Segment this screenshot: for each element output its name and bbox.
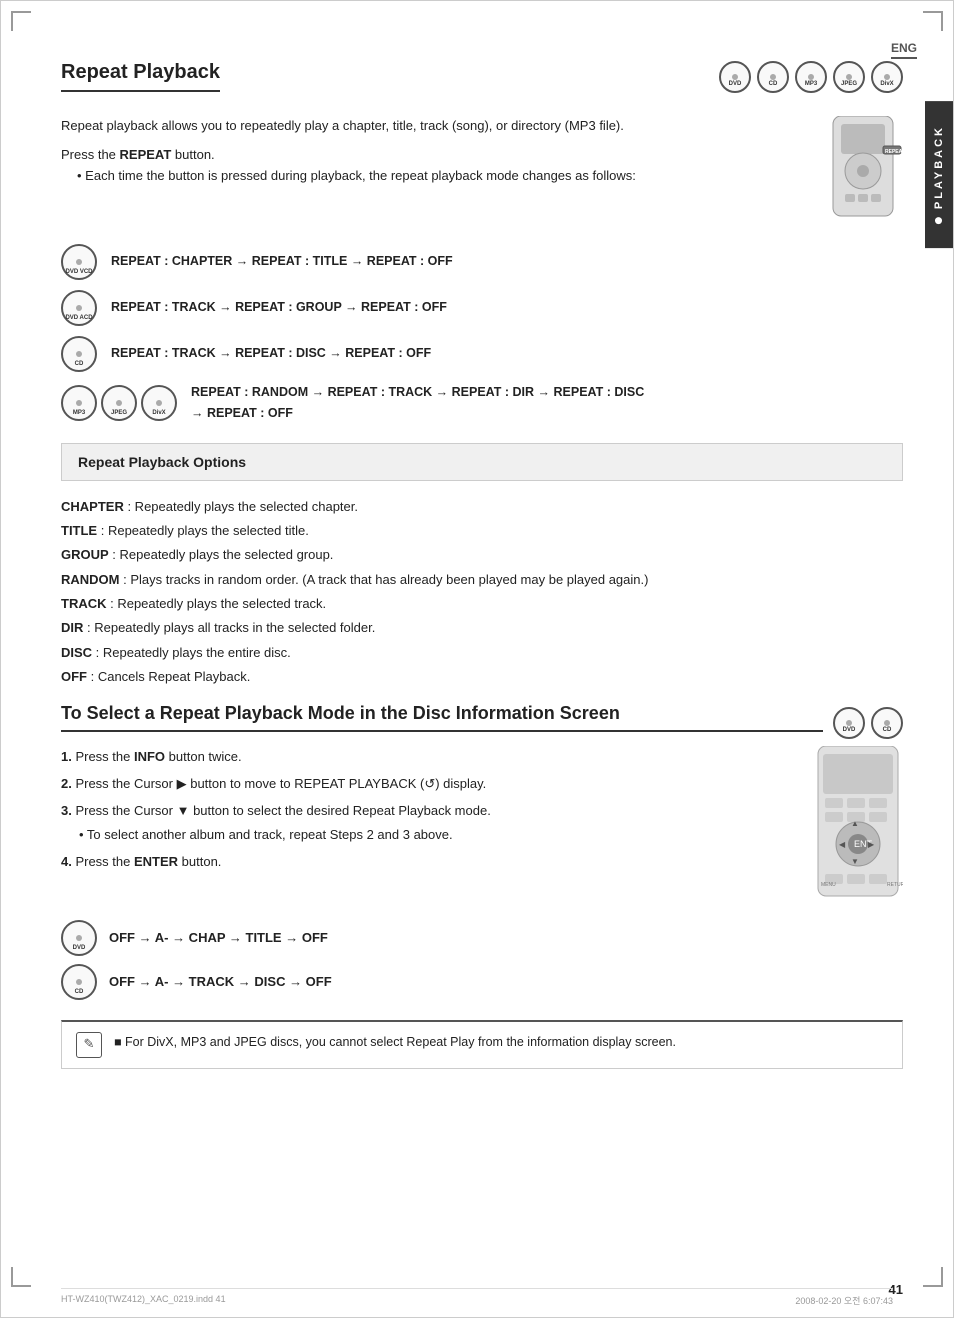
- repeat-row-4: MP3 JPEG DivX REPEAT : RANDOM → REPEAT :…: [61, 382, 903, 425]
- disc-icon-cd-row: CD: [61, 336, 97, 372]
- disc-label-divx: DivX: [880, 81, 893, 87]
- off-row-1: DVD OFF → A- → CHAP → TITLE → OFF: [61, 920, 903, 956]
- disc-label-cd: CD: [769, 81, 778, 87]
- note-box: ✎ ■ For DivX, MP3 and JPEG discs, you ca…: [61, 1020, 903, 1069]
- def-random: RANDOM : Plays tracks in random order. (…: [61, 568, 903, 591]
- disc-icon-dvd-acd: DVD ACD: [61, 290, 97, 326]
- disc-label-mp3: MP3: [805, 81, 817, 87]
- intro-row: Repeat playback allows you to repeatedly…: [61, 116, 903, 226]
- svg-text:RETURN: RETURN: [887, 882, 903, 888]
- def-group: GROUP : Repeatedly plays the selected gr…: [61, 543, 903, 566]
- svg-text:▶: ▶: [868, 840, 875, 849]
- repeat-sequences: DVD VCD REPEAT : CHAPTER → REPEAT : TITL…: [61, 244, 903, 425]
- main-content: Repeat Playback DVD CD MP3 JPEG: [61, 41, 903, 1069]
- press-text: Press the REPEAT button.: [61, 147, 807, 162]
- remote-device-svg: ENT ▲ ▼ ◀ ▶ MENU RETURN: [813, 746, 903, 906]
- side-tab-wrapper: PLAYBACK: [925, 101, 953, 248]
- corner-tl: [11, 11, 31, 31]
- disc-icons-group-mp3-jpeg-divx: MP3 JPEG DivX: [61, 385, 177, 421]
- disc-icon-cd-off: CD: [61, 964, 97, 1000]
- disc-icons-row: DVD CD MP3 JPEG DivX: [719, 61, 903, 93]
- disc-icon2-dvd: DVD: [833, 707, 865, 739]
- repeat-seq-2: REPEAT : TRACK → REPEAT : GROUP → REPEAT…: [111, 297, 447, 318]
- note-content: For DivX, MP3 and JPEG discs, you cannot…: [125, 1035, 676, 1049]
- eng-label: ENG: [891, 41, 917, 59]
- disc-label-dvd: DVD: [729, 81, 742, 87]
- off-sequences: DVD OFF → A- → CHAP → TITLE → OFF CD OFF…: [61, 920, 903, 1000]
- intro-text-block: Repeat playback allows you to repeatedly…: [61, 116, 807, 185]
- off-seq-2: OFF → A- → TRACK → DISC → OFF: [109, 974, 332, 989]
- section2-header: To Select a Repeat Playback Mode in the …: [61, 703, 903, 746]
- corner-tr: [923, 11, 943, 31]
- remote-svg-section2: ENT ▲ ▼ ◀ ▶ MENU RETURN: [813, 746, 903, 906]
- def-chapter: CHAPTER : Repeatedly plays the selected …: [61, 495, 903, 518]
- repeat-seq-3: REPEAT : TRACK → REPEAT : DISC → REPEAT …: [111, 343, 431, 364]
- def-off: OFF : Cancels Repeat Playback.: [61, 665, 903, 688]
- page: ENG PLAYBACK Repeat Playback DVD CD: [0, 0, 954, 1318]
- repeat-row-3: CD REPEAT : TRACK → REPEAT : DISC → REPE…: [61, 336, 903, 372]
- disc-icon-divx-row: DivX: [141, 385, 177, 421]
- off-row-2: CD OFF → A- → TRACK → DISC → OFF: [61, 964, 903, 1000]
- svg-text:▼: ▼: [851, 857, 859, 866]
- options-definitions: CHAPTER : Repeatedly plays the selected …: [61, 495, 903, 689]
- note-text: ■ For DivX, MP3 and JPEG discs, you cann…: [114, 1032, 676, 1052]
- options-box-title: Repeat Playback Options: [78, 454, 246, 470]
- step-4: 4. Press the ENTER button.: [61, 851, 793, 873]
- disc2-label-cd: CD: [883, 727, 892, 733]
- off-seq-1: OFF → A- → CHAP → TITLE → OFF: [109, 930, 328, 945]
- repeat-seq-1: REPEAT : CHAPTER → REPEAT : TITLE → REPE…: [111, 251, 453, 272]
- corner-br: [923, 1267, 943, 1287]
- disc-icon2-cd: CD: [871, 707, 903, 739]
- remote-svg-1: REPEAT: [823, 116, 903, 226]
- svg-text:▲: ▲: [851, 819, 859, 828]
- step-1: 1. Press the INFO button twice.: [61, 746, 793, 768]
- steps-text: 1. Press the INFO button twice. 2. Press…: [61, 746, 793, 873]
- remote-images: REPEAT: [823, 116, 903, 226]
- step-3: 3. Press the Cursor ▼ button to select t…: [61, 800, 793, 822]
- step-2: 2. Press the Cursor ▶ button to move to …: [61, 773, 793, 795]
- disc-icon-mp3: MP3: [795, 61, 827, 93]
- disc-icon-mp3-row: MP3: [61, 385, 97, 421]
- disc-icon-divx: DivX: [871, 61, 903, 93]
- bullet-text: • Each time the button is pressed during…: [77, 166, 807, 186]
- section1-title: Repeat Playback: [61, 61, 220, 92]
- disc-icon-dvd-vcd: DVD VCD: [61, 244, 97, 280]
- footer-right: 2008-02-20 오전 6:07:43: [795, 1294, 893, 1307]
- repeat-row-2: DVD ACD REPEAT : TRACK → REPEAT : GROUP …: [61, 290, 903, 326]
- playback-dot: [936, 217, 943, 224]
- disc-icons-row-2: DVD CD: [833, 707, 903, 739]
- disc2-label-dvd: DVD: [843, 727, 856, 733]
- playback-side-tab: PLAYBACK: [925, 101, 953, 248]
- note-icon: ✎: [76, 1032, 102, 1058]
- svg-text:REPEAT: REPEAT: [885, 149, 903, 155]
- intro-text: Repeat playback allows you to repeatedly…: [61, 116, 807, 137]
- def-title: TITLE : Repeatedly plays the selected ti…: [61, 519, 903, 542]
- footer-info: HT-WZ410(TWZ412)_XAC_0219.indd 41 2008-0…: [61, 1288, 893, 1307]
- disc-icon-jpeg: JPEG: [833, 61, 865, 93]
- svg-text:◀: ◀: [839, 840, 846, 849]
- steps-remote-row: 1. Press the INFO button twice. 2. Press…: [61, 746, 903, 906]
- steps-list: 1. Press the INFO button twice. 2. Press…: [61, 746, 793, 873]
- footer-left: HT-WZ410(TWZ412)_XAC_0219.indd 41: [61, 1294, 226, 1307]
- playback-label: PLAYBACK: [933, 125, 945, 209]
- disc-label-jpeg: JPEG: [841, 81, 857, 87]
- corner-bl: [11, 1267, 31, 1287]
- disc-icon-dvd-off: DVD: [61, 920, 97, 956]
- repeat-seq-4: REPEAT : RANDOM → REPEAT : TRACK → REPEA…: [191, 382, 644, 425]
- options-box: Repeat Playback Options: [61, 443, 903, 481]
- repeat-bold: REPEAT: [120, 147, 172, 162]
- disc-icon-cd: CD: [757, 61, 789, 93]
- section2-title: To Select a Repeat Playback Mode in the …: [61, 703, 823, 732]
- def-disc: DISC : Repeatedly plays the entire disc.: [61, 641, 903, 664]
- def-dir: DIR : Repeatedly plays all tracks in the…: [61, 616, 903, 639]
- disc-icon-dvd: DVD: [719, 61, 751, 93]
- svg-text:MENU: MENU: [821, 882, 836, 888]
- step-3-sub: • To select another album and track, rep…: [79, 824, 793, 846]
- section1-header: Repeat Playback DVD CD MP3 JPEG: [61, 61, 903, 106]
- disc-icon-jpeg-row: JPEG: [101, 385, 137, 421]
- repeat-row-1: DVD VCD REPEAT : CHAPTER → REPEAT : TITL…: [61, 244, 903, 280]
- def-track: TRACK : Repeatedly plays the selected tr…: [61, 592, 903, 615]
